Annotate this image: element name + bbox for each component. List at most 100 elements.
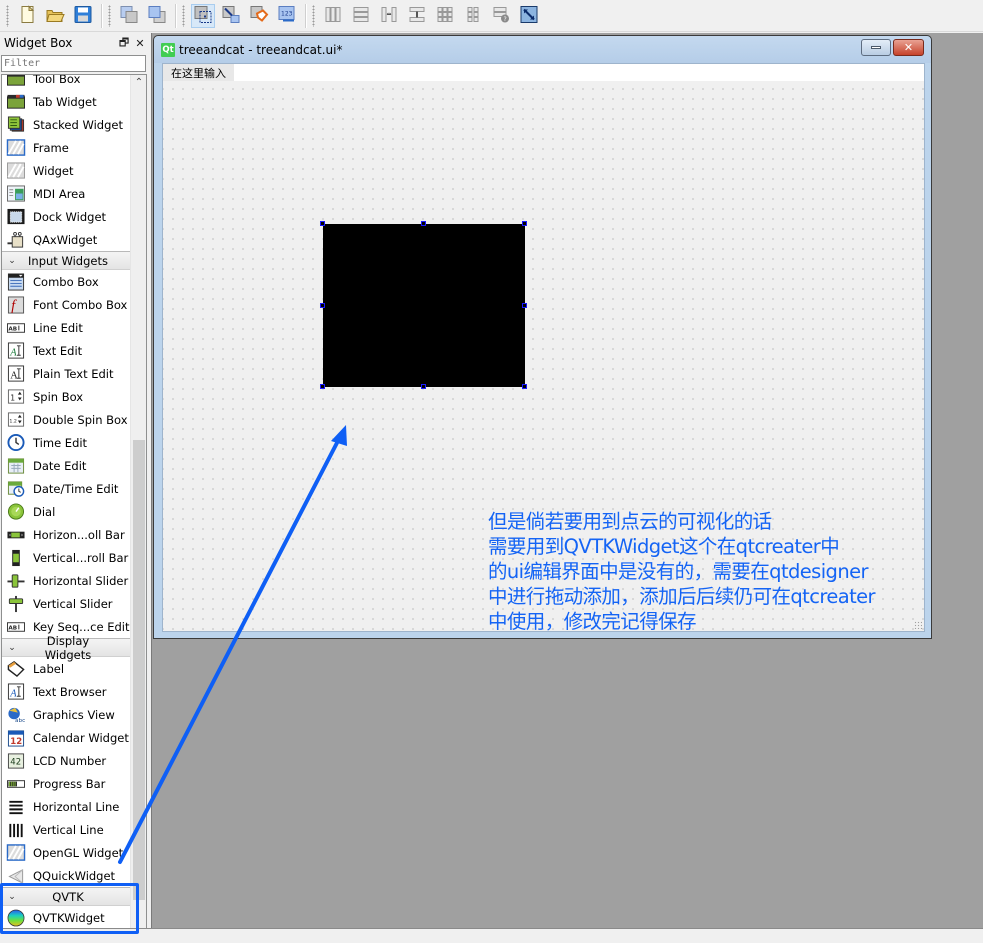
resize-handle-bottom-right[interactable] [522,384,527,389]
widget-item-vertical-line[interactable]: Vertical Line [2,818,132,841]
dial-icon [6,502,26,521]
mdi-area-icon [6,184,26,203]
widget-item-spin-box[interactable]: 1 Spin Box [2,385,132,408]
widget-item-tool-box[interactable]: Tool Box [2,75,132,90]
layout-horizontal-button[interactable] [321,4,345,28]
new-form-button[interactable] [15,4,39,28]
widget-item-label: Date/Time Edit [33,481,119,496]
dock-widget-icon [6,208,26,226]
widget-item-vertical-roll-bar[interactable]: Vertical...roll Bar [2,546,132,569]
svg-text:1.2: 1.2 [9,418,17,424]
resize-handle-bottom-left[interactable] [320,384,325,389]
widget-item-mdi-area[interactable]: MDI Area [2,182,132,205]
bring-to-front-icon [147,4,167,27]
toolbar-separator [101,3,102,28]
widget-item-progress-bar[interactable]: Progress Bar [2,772,132,795]
widget-item-tab-widget[interactable]: Tab Widget [2,90,132,113]
layout-grid-button[interactable] [433,4,457,28]
widget-item-calendar-widget[interactable]: 12 Calendar Widget [2,726,132,749]
resize-handle-bottom[interactable] [421,384,426,389]
layout-form-button[interactable] [461,4,485,28]
widget-item-vertical-slider[interactable]: Vertical Slider [2,592,132,615]
edit-widgets-button[interactable] [191,3,215,28]
close-button[interactable]: ✕ [893,39,924,56]
widget-item-stacked-widget[interactable]: Stacked Widget [2,113,132,136]
selected-qvtk-widget[interactable] [323,224,525,387]
widget-item-horizontal-line[interactable]: Horizontal Line [2,795,132,818]
layout-vertical-button[interactable] [349,4,373,28]
line-edit-icon: AB [6,319,26,337]
open-form-button[interactable] [43,4,67,28]
minimize-button[interactable] [861,39,891,56]
category-label: Input Widgets [28,253,108,268]
widget-item-opengl-widget[interactable]: OpenGL Widget [2,841,132,864]
widget-item-text-edit[interactable]: A Text Edit [2,339,132,362]
toolbar-grip[interactable] [182,4,185,27]
resize-handle-left[interactable] [320,302,325,308]
widget-item-label: Date Edit [33,458,87,473]
widget-item-text-browser[interactable]: A Text Browser [2,680,132,703]
category-display-widgets[interactable]: ⌄ Display Widgets [2,634,132,662]
progress-bar-icon [6,775,26,793]
layout-vertical-splitter-button[interactable] [405,4,429,28]
adjust-size-button[interactable] [517,4,541,28]
widget-item-date-edit[interactable]: Date Edit [2,454,132,477]
widget-item-dial[interactable]: Dial [2,500,132,523]
edit-buddies-icon [249,4,269,27]
widget-list-scrollbar[interactable]: ⌃ ⌄ [130,75,146,937]
break-layout-button[interactable]: ? [489,4,513,28]
scroll-up-icon[interactable]: ⌃ [131,77,146,88]
horizontal-slider-icon [6,572,26,590]
menu-type-here-placeholder[interactable]: 在这里输入 [163,64,234,81]
resize-handle-top-left[interactable] [320,221,325,226]
scrollbar-thumb[interactable] [133,440,145,900]
category-input-widgets[interactable]: ⌄ Input Widgets [2,251,132,270]
toolbar-grip[interactable] [6,4,9,27]
form-menubar: 在这里输入 [163,64,924,81]
status-bar [0,928,983,943]
widget-box-titlebar: Widget Box 🗗 ✕ [0,33,148,53]
widget-item-horizontal-slider[interactable]: Horizontal Slider [2,569,132,592]
resize-handle-right[interactable] [522,302,527,308]
chevron-down-icon[interactable]: ⌄ [2,643,22,653]
widget-item-widget[interactable]: Widget [2,159,132,182]
widget-item-plain-text-edit[interactable]: A Plain Text Edit [2,362,132,385]
widget-item-graphics-view[interactable]: abc Graphics View [2,703,132,726]
widget-item-time-edit[interactable]: Time Edit [2,431,132,454]
widget-item-combo-box[interactable]: Combo Box [2,270,132,293]
edit-tab-order-button[interactable]: 123 [275,4,299,28]
widget-item-lcd-number[interactable]: 42 LCD Number [2,749,132,772]
send-to-back-button[interactable] [117,4,141,28]
widget-item-date-time-edit[interactable]: Date/Time Edit [2,477,132,500]
vertical-scroll-bar-icon [6,549,26,567]
toolbar-grip[interactable] [312,4,315,27]
widget-item-qaxwidget[interactable]: QAxWidget [2,228,132,251]
layout-horizontal-splitter-button[interactable] [377,4,401,28]
edit-signals-slots-button[interactable] [219,4,243,28]
tab-widget-icon [6,93,26,111]
double-spin-box-icon: 1.2 [6,411,26,429]
toolbar-grip[interactable] [108,4,111,27]
widget-item-label: QAxWidget [33,232,98,247]
widget-item-font-combo-box[interactable]: f Font Combo Box [2,293,132,316]
svg-text:abc: abc [15,718,25,724]
vertical-line-icon [6,821,26,839]
form-titlebar[interactable]: Qt treeandcat - treeandcat.ui* ✕ [154,36,931,63]
bring-to-front-button[interactable] [145,4,169,28]
layout-horizontal-icon [323,4,343,27]
edit-buddies-button[interactable] [247,4,271,28]
widget-filter-input[interactable] [1,55,146,72]
widget-item-dock-widget[interactable]: Dock Widget [2,205,132,228]
widget-item-line-edit[interactable]: AB Line Edit [2,316,132,339]
save-form-button[interactable] [71,4,95,28]
widget-item-frame[interactable]: Frame [2,136,132,159]
resize-handle-top-right[interactable] [522,221,527,226]
float-dock-button[interactable]: 🗗 [116,34,132,53]
widget-item-double-spin-box[interactable]: 1.2 Double Spin Box [2,408,132,431]
resize-handle-top[interactable] [421,221,426,226]
widget-item-horizon-oll-bar[interactable]: Horizon...oll Bar [2,523,132,546]
close-dock-button[interactable]: ✕ [132,37,148,50]
save-form-icon [73,4,93,27]
chevron-down-icon[interactable]: ⌄ [2,256,22,266]
annotation-line: 中进行拖动添加，添加后后续仍可在qtcreater [488,585,876,608]
